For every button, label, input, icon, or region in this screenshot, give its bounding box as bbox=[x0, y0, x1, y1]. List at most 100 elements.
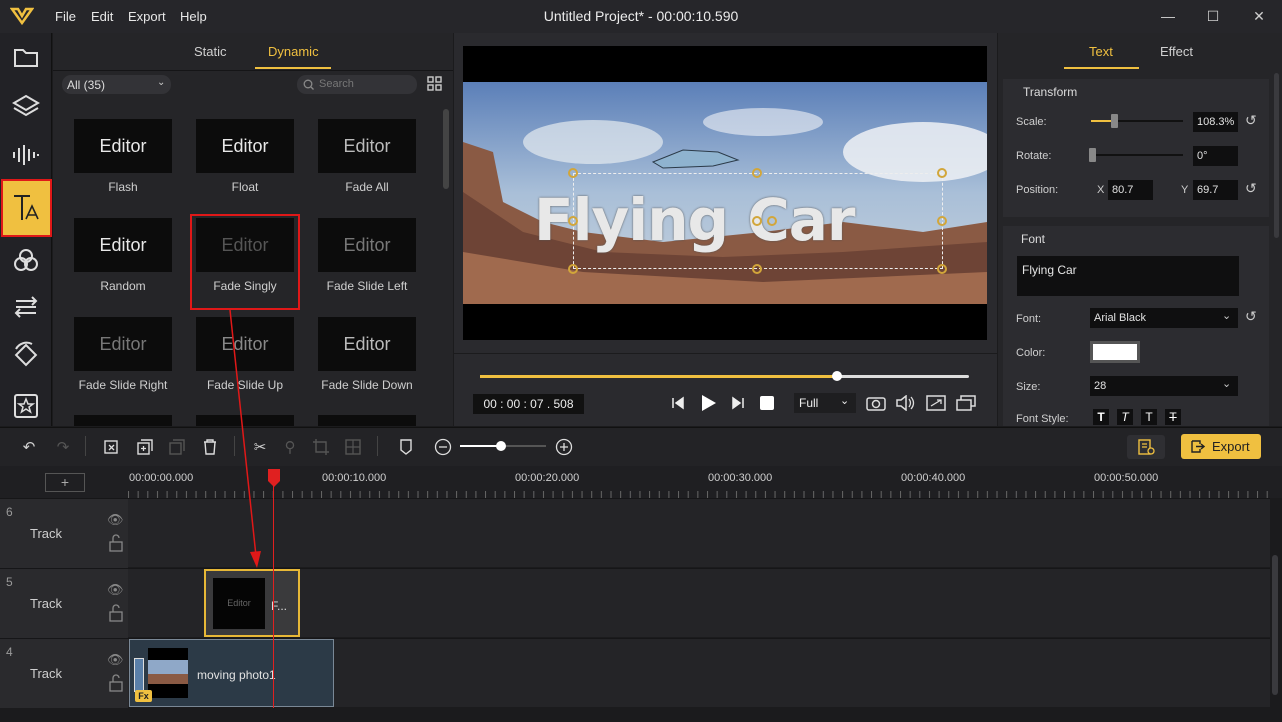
undo-icon[interactable]: ↶ bbox=[19, 437, 39, 457]
filters-icon[interactable] bbox=[8, 242, 44, 278]
next-frame-icon[interactable] bbox=[731, 396, 745, 410]
volume-icon[interactable] bbox=[895, 395, 917, 411]
reset-icon[interactable]: ↺ bbox=[1245, 308, 1257, 325]
duplicate-icon[interactable] bbox=[135, 437, 155, 457]
effect-label: Fade Slide Down bbox=[321, 378, 413, 392]
eye-icon[interactable]: 👁 bbox=[107, 512, 124, 528]
italic-button[interactable]: T bbox=[1117, 409, 1133, 425]
crop-icon[interactable] bbox=[311, 437, 331, 457]
marker-icon[interactable] bbox=[396, 437, 416, 457]
delete-clip-icon[interactable] bbox=[101, 437, 121, 457]
position-y-field[interactable]: 69.7 bbox=[1193, 180, 1238, 200]
reset-icon[interactable]: ↺ bbox=[1245, 180, 1257, 197]
clip-trim-handle[interactable] bbox=[134, 658, 144, 692]
export-settings-button[interactable] bbox=[1127, 435, 1165, 459]
timeline-scrollbar[interactable] bbox=[1272, 555, 1278, 695]
lock-icon[interactable] bbox=[108, 674, 124, 692]
tab-effect[interactable]: Effect bbox=[1160, 44, 1193, 59]
fullscreen-icon[interactable] bbox=[926, 395, 946, 411]
resize-handle[interactable] bbox=[752, 264, 762, 274]
resize-handle[interactable] bbox=[937, 264, 947, 274]
bold-button[interactable]: T bbox=[1093, 409, 1109, 425]
zoom-slider-knob[interactable] bbox=[496, 441, 506, 451]
add-track-button[interactable]: + bbox=[45, 473, 85, 492]
lock-icon[interactable] bbox=[108, 604, 124, 622]
play-icon[interactable] bbox=[698, 393, 718, 413]
resize-handle[interactable] bbox=[568, 168, 578, 178]
divider bbox=[377, 436, 378, 456]
mosaic-icon[interactable] bbox=[343, 437, 363, 457]
tab-underline bbox=[255, 67, 331, 69]
clip-thumbnail bbox=[148, 648, 188, 698]
minimize-icon[interactable]: — bbox=[1158, 6, 1178, 26]
library-scrollbar[interactable] bbox=[443, 109, 449, 189]
resize-handle[interactable] bbox=[568, 264, 578, 274]
prev-frame-icon[interactable] bbox=[671, 396, 685, 410]
size-select[interactable]: 28 ⌄ bbox=[1090, 376, 1238, 396]
position-x-field[interactable]: 80.7 bbox=[1108, 180, 1153, 200]
rotate-handle[interactable] bbox=[767, 216, 777, 226]
video-clip[interactable]: Fx moving photo1 bbox=[129, 639, 334, 707]
layers-icon[interactable] bbox=[8, 88, 44, 124]
ruler-label: 00:00:50.000 bbox=[1094, 472, 1159, 484]
text-tool-button[interactable] bbox=[1, 179, 52, 237]
text-clip[interactable]: Editor F... bbox=[204, 569, 300, 637]
tab-dynamic[interactable]: Dynamic bbox=[268, 44, 319, 59]
chevron-down-icon: ⌄ bbox=[840, 395, 850, 407]
resize-handle[interactable] bbox=[937, 216, 947, 226]
folder-icon[interactable] bbox=[8, 39, 44, 75]
font-select[interactable]: Arial Black ⌄ bbox=[1090, 308, 1238, 328]
video-canvas[interactable]: Flying Car bbox=[463, 46, 987, 340]
pin-icon[interactable]: ⚲ bbox=[280, 437, 300, 457]
tab-text[interactable]: Text bbox=[1089, 44, 1113, 59]
resize-handle[interactable] bbox=[568, 216, 578, 226]
zoom-select[interactable]: Full ⌄ bbox=[794, 393, 856, 413]
scale-field[interactable]: 108.3% bbox=[1193, 112, 1238, 132]
redo-icon[interactable]: ↷ bbox=[53, 437, 73, 457]
effect-label: Random bbox=[100, 279, 146, 293]
zoom-out-icon[interactable] bbox=[433, 437, 453, 457]
strikethrough-button[interactable]: T bbox=[1165, 409, 1181, 425]
properties-panel: Text Effect Transform Scale: 108.3% ↺ Ro… bbox=[998, 33, 1282, 426]
timeline-footer bbox=[0, 708, 1282, 722]
progress-knob[interactable] bbox=[831, 371, 842, 381]
playback-progress[interactable] bbox=[480, 371, 969, 381]
close-icon[interactable]: ✕ bbox=[1249, 6, 1269, 26]
scale-slider-knob[interactable] bbox=[1111, 114, 1118, 128]
detach-icon[interactable] bbox=[956, 395, 976, 411]
effect-thumbnail: Editor bbox=[74, 218, 172, 272]
color-swatch[interactable] bbox=[1090, 341, 1140, 363]
grid-view-icon[interactable] bbox=[427, 76, 442, 91]
props-scrollbar[interactable] bbox=[1274, 73, 1279, 238]
maximize-icon[interactable]: ☐ bbox=[1203, 6, 1223, 26]
rotate-field[interactable]: 0° bbox=[1193, 146, 1238, 166]
search-input[interactable]: Search bbox=[297, 75, 417, 94]
timeline-zoom-slider[interactable] bbox=[460, 441, 546, 451]
tab-static[interactable]: Static bbox=[194, 44, 227, 59]
center-handle[interactable] bbox=[752, 216, 762, 226]
eye-icon[interactable]: 👁 bbox=[107, 652, 124, 668]
eye-icon[interactable]: 👁 bbox=[107, 582, 124, 598]
resize-handle[interactable] bbox=[752, 168, 762, 178]
scale-slider[interactable] bbox=[1091, 114, 1183, 128]
rotate-slider[interactable] bbox=[1089, 148, 1183, 162]
overlay-icon[interactable] bbox=[8, 337, 44, 373]
export-button[interactable]: Export bbox=[1181, 434, 1261, 459]
track-header: 5 Track 👁 bbox=[0, 569, 128, 638]
category-dropdown[interactable]: All (35) ⌄ bbox=[62, 75, 171, 94]
lock-icon[interactable] bbox=[108, 534, 124, 552]
text-content-input[interactable]: Flying Car bbox=[1017, 256, 1239, 296]
stop-icon[interactable] bbox=[760, 396, 774, 410]
transitions-icon[interactable] bbox=[8, 289, 44, 325]
rotate-slider-knob[interactable] bbox=[1089, 148, 1096, 162]
trash-icon[interactable] bbox=[200, 437, 220, 457]
resize-handle[interactable] bbox=[937, 168, 947, 178]
reset-icon[interactable]: ↺ bbox=[1245, 112, 1257, 129]
audio-icon[interactable] bbox=[8, 137, 44, 173]
favorites-icon[interactable] bbox=[8, 388, 44, 424]
left-sidebar bbox=[0, 33, 52, 426]
camera-icon[interactable] bbox=[866, 395, 886, 411]
underline-button[interactable]: T bbox=[1141, 409, 1157, 425]
zoom-in-icon[interactable] bbox=[554, 437, 574, 457]
paste-icon[interactable] bbox=[167, 437, 187, 457]
